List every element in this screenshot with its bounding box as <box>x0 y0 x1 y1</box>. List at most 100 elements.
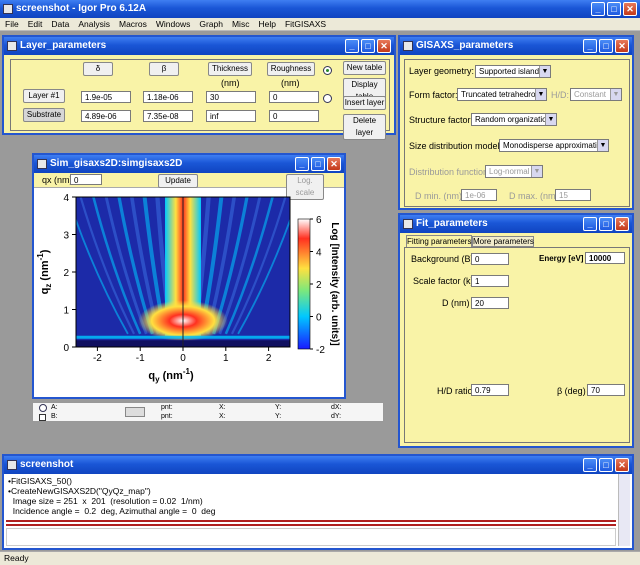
size-distribution-label: Size distribution model: <box>409 141 503 151</box>
y-tick-label: 4 <box>63 193 69 204</box>
minimize-button[interactable]: _ <box>583 39 597 53</box>
tab-more-parameters[interactable]: More parameters <box>472 236 534 247</box>
close-button[interactable]: ✕ <box>377 39 391 53</box>
hd-select[interactable]: Constant ▼ <box>570 88 622 101</box>
substrate-beta[interactable]: 7.35e-08 <box>143 110 193 122</box>
beta-deg-field[interactable]: 70 <box>587 384 625 396</box>
x-tick-label: 2 <box>266 353 272 364</box>
radio-new-table[interactable] <box>323 66 332 75</box>
app-title: screenshot - Igor Pro 6.12A <box>16 3 147 14</box>
menu-item-macros[interactable]: Macros <box>119 18 147 31</box>
maximize-button[interactable]: □ <box>599 217 613 231</box>
maximize-button[interactable]: □ <box>599 39 613 53</box>
layer-1-thickness[interactable]: 30 <box>206 91 256 103</box>
close-button[interactable]: ✕ <box>327 157 341 171</box>
delete-layer-button[interactable]: Delete layer <box>343 114 386 140</box>
window-title: Layer_parameters <box>20 40 107 51</box>
close-button[interactable]: ✕ <box>623 2 637 16</box>
close-button[interactable]: ✕ <box>615 458 629 472</box>
layer-geometry-value: Supported islands <box>479 67 544 76</box>
structure-factor-select[interactable]: Random organization ▼ <box>471 113 557 126</box>
chevron-down-icon: ▼ <box>545 114 556 125</box>
substrate-roughness[interactable]: 0 <box>269 110 319 122</box>
minimize-button[interactable]: _ <box>345 39 359 53</box>
update-button[interactable]: Update <box>158 174 198 188</box>
chevron-down-icon: ▼ <box>535 89 546 100</box>
colorbar-tick-label: 4 <box>316 248 322 259</box>
history-line: Image size = 251 x 201 (resolution = 0.0… <box>8 496 203 506</box>
distribution-function-select[interactable]: Log-normal ▼ <box>485 165 543 178</box>
layer-geometry-select[interactable]: Supported islands ▼ <box>475 65 551 78</box>
size-distribution-select[interactable]: Monodisperse approximation ▼ <box>499 139 609 152</box>
maximize-button[interactable]: □ <box>361 39 375 53</box>
menu-item-edit[interactable]: Edit <box>28 18 43 31</box>
minimize-button[interactable]: _ <box>583 217 597 231</box>
maximize-button[interactable]: □ <box>311 157 325 171</box>
cursor-b-label: B: <box>51 413 58 420</box>
tab-fitting-parameters[interactable]: Fitting parameters <box>406 235 472 247</box>
x-tick-label: 1 <box>223 353 229 364</box>
layer-1-roughness[interactable]: 0 <box>269 91 319 103</box>
close-button[interactable]: ✕ <box>615 39 629 53</box>
d-label: D (nm) <box>442 298 470 308</box>
radio-layer[interactable] <box>323 94 332 103</box>
qx-label: qx (nm) <box>42 175 73 185</box>
energy-field[interactable]: 10000 <box>585 252 625 264</box>
menu-item-misc[interactable]: Misc <box>232 18 249 31</box>
maximize-button[interactable]: □ <box>599 458 613 472</box>
cursor-b-checkbox[interactable] <box>39 414 46 421</box>
layer-1-delta[interactable]: 1.9e-05 <box>81 91 131 103</box>
sim-control-bar: qx (nm) 0 Update Log. scale <box>34 173 344 200</box>
hd-value: Constant <box>574 90 607 99</box>
layer-1-button[interactable]: Layer #1 <box>23 89 65 103</box>
substrate-thickness[interactable]: inf <box>206 110 256 122</box>
command-line-input[interactable] <box>6 528 616 546</box>
pnt-b-label: pnt: <box>161 413 173 420</box>
window-icon <box>403 219 413 229</box>
cursor-a-radio[interactable] <box>39 404 47 412</box>
chevron-down-icon: ▼ <box>597 140 608 151</box>
beta-header[interactable]: β <box>149 62 179 76</box>
scale-factor-field[interactable]: 1 <box>471 275 509 287</box>
substrate-button[interactable]: Substrate <box>23 108 65 122</box>
qx-field[interactable]: 0 <box>70 174 102 185</box>
menu-item-help[interactable]: Help <box>258 18 275 31</box>
scale-factor-label: Scale factor (k) <box>413 276 474 286</box>
window-title: Sim_gisaxs2D:simgisaxs2D <box>50 158 183 169</box>
cursor-slider[interactable] <box>125 407 145 417</box>
layer-parameters-window: Layer_parameters _ □ ✕ δ β Thickness Rough… <box>2 35 396 140</box>
layer-1-beta[interactable]: 1.18e-06 <box>143 91 193 103</box>
minimize-button[interactable]: _ <box>295 157 309 171</box>
chevron-down-icon: ▼ <box>539 66 550 77</box>
form-factor-select[interactable]: Truncated tetrahedron ▼ <box>457 88 547 101</box>
status-text: Ready <box>4 553 29 563</box>
menu-item-fitgisaxs[interactable]: FitGISAXS <box>285 18 326 31</box>
new-table-button[interactable]: New table <box>343 61 386 75</box>
menu-item-data[interactable]: Data <box>51 18 69 31</box>
insert-layer-button[interactable]: Insert layer <box>343 96 386 110</box>
y-b-label: Y: <box>275 413 282 420</box>
menu-item-file[interactable]: File <box>5 18 19 31</box>
window-title: GISAXS_parameters <box>416 40 514 51</box>
scrollbar[interactable] <box>618 474 630 546</box>
menu-item-windows[interactable]: Windows <box>156 18 190 31</box>
background-field[interactable]: 0 <box>471 253 509 265</box>
menu-item-analysis[interactable]: Analysis <box>78 18 110 31</box>
dmin-field[interactable]: 1e-06 <box>461 189 497 201</box>
menu-item-graph[interactable]: Graph <box>199 18 223 31</box>
hd-ratio-field[interactable]: 0.79 <box>471 384 509 396</box>
y-a-label: Y: <box>275 404 282 411</box>
substrate-delta[interactable]: 4.89e-06 <box>81 110 131 122</box>
colorbar-tick-label: -2 <box>316 345 325 356</box>
close-button[interactable]: ✕ <box>615 217 629 231</box>
delta-header[interactable]: δ <box>83 62 113 76</box>
colorbar-tick-label: 2 <box>316 280 322 291</box>
minimize-button[interactable]: _ <box>583 458 597 472</box>
thickness-header[interactable]: Thickness <box>208 62 252 76</box>
x-tick-label: 0 <box>180 353 186 364</box>
dmax-field[interactable]: 15 <box>555 189 591 201</box>
roughness-header[interactable]: Roughness <box>267 62 315 76</box>
d-field[interactable]: 20 <box>471 297 509 309</box>
minimize-button[interactable]: _ <box>591 2 605 16</box>
maximize-button[interactable]: □ <box>607 2 621 16</box>
